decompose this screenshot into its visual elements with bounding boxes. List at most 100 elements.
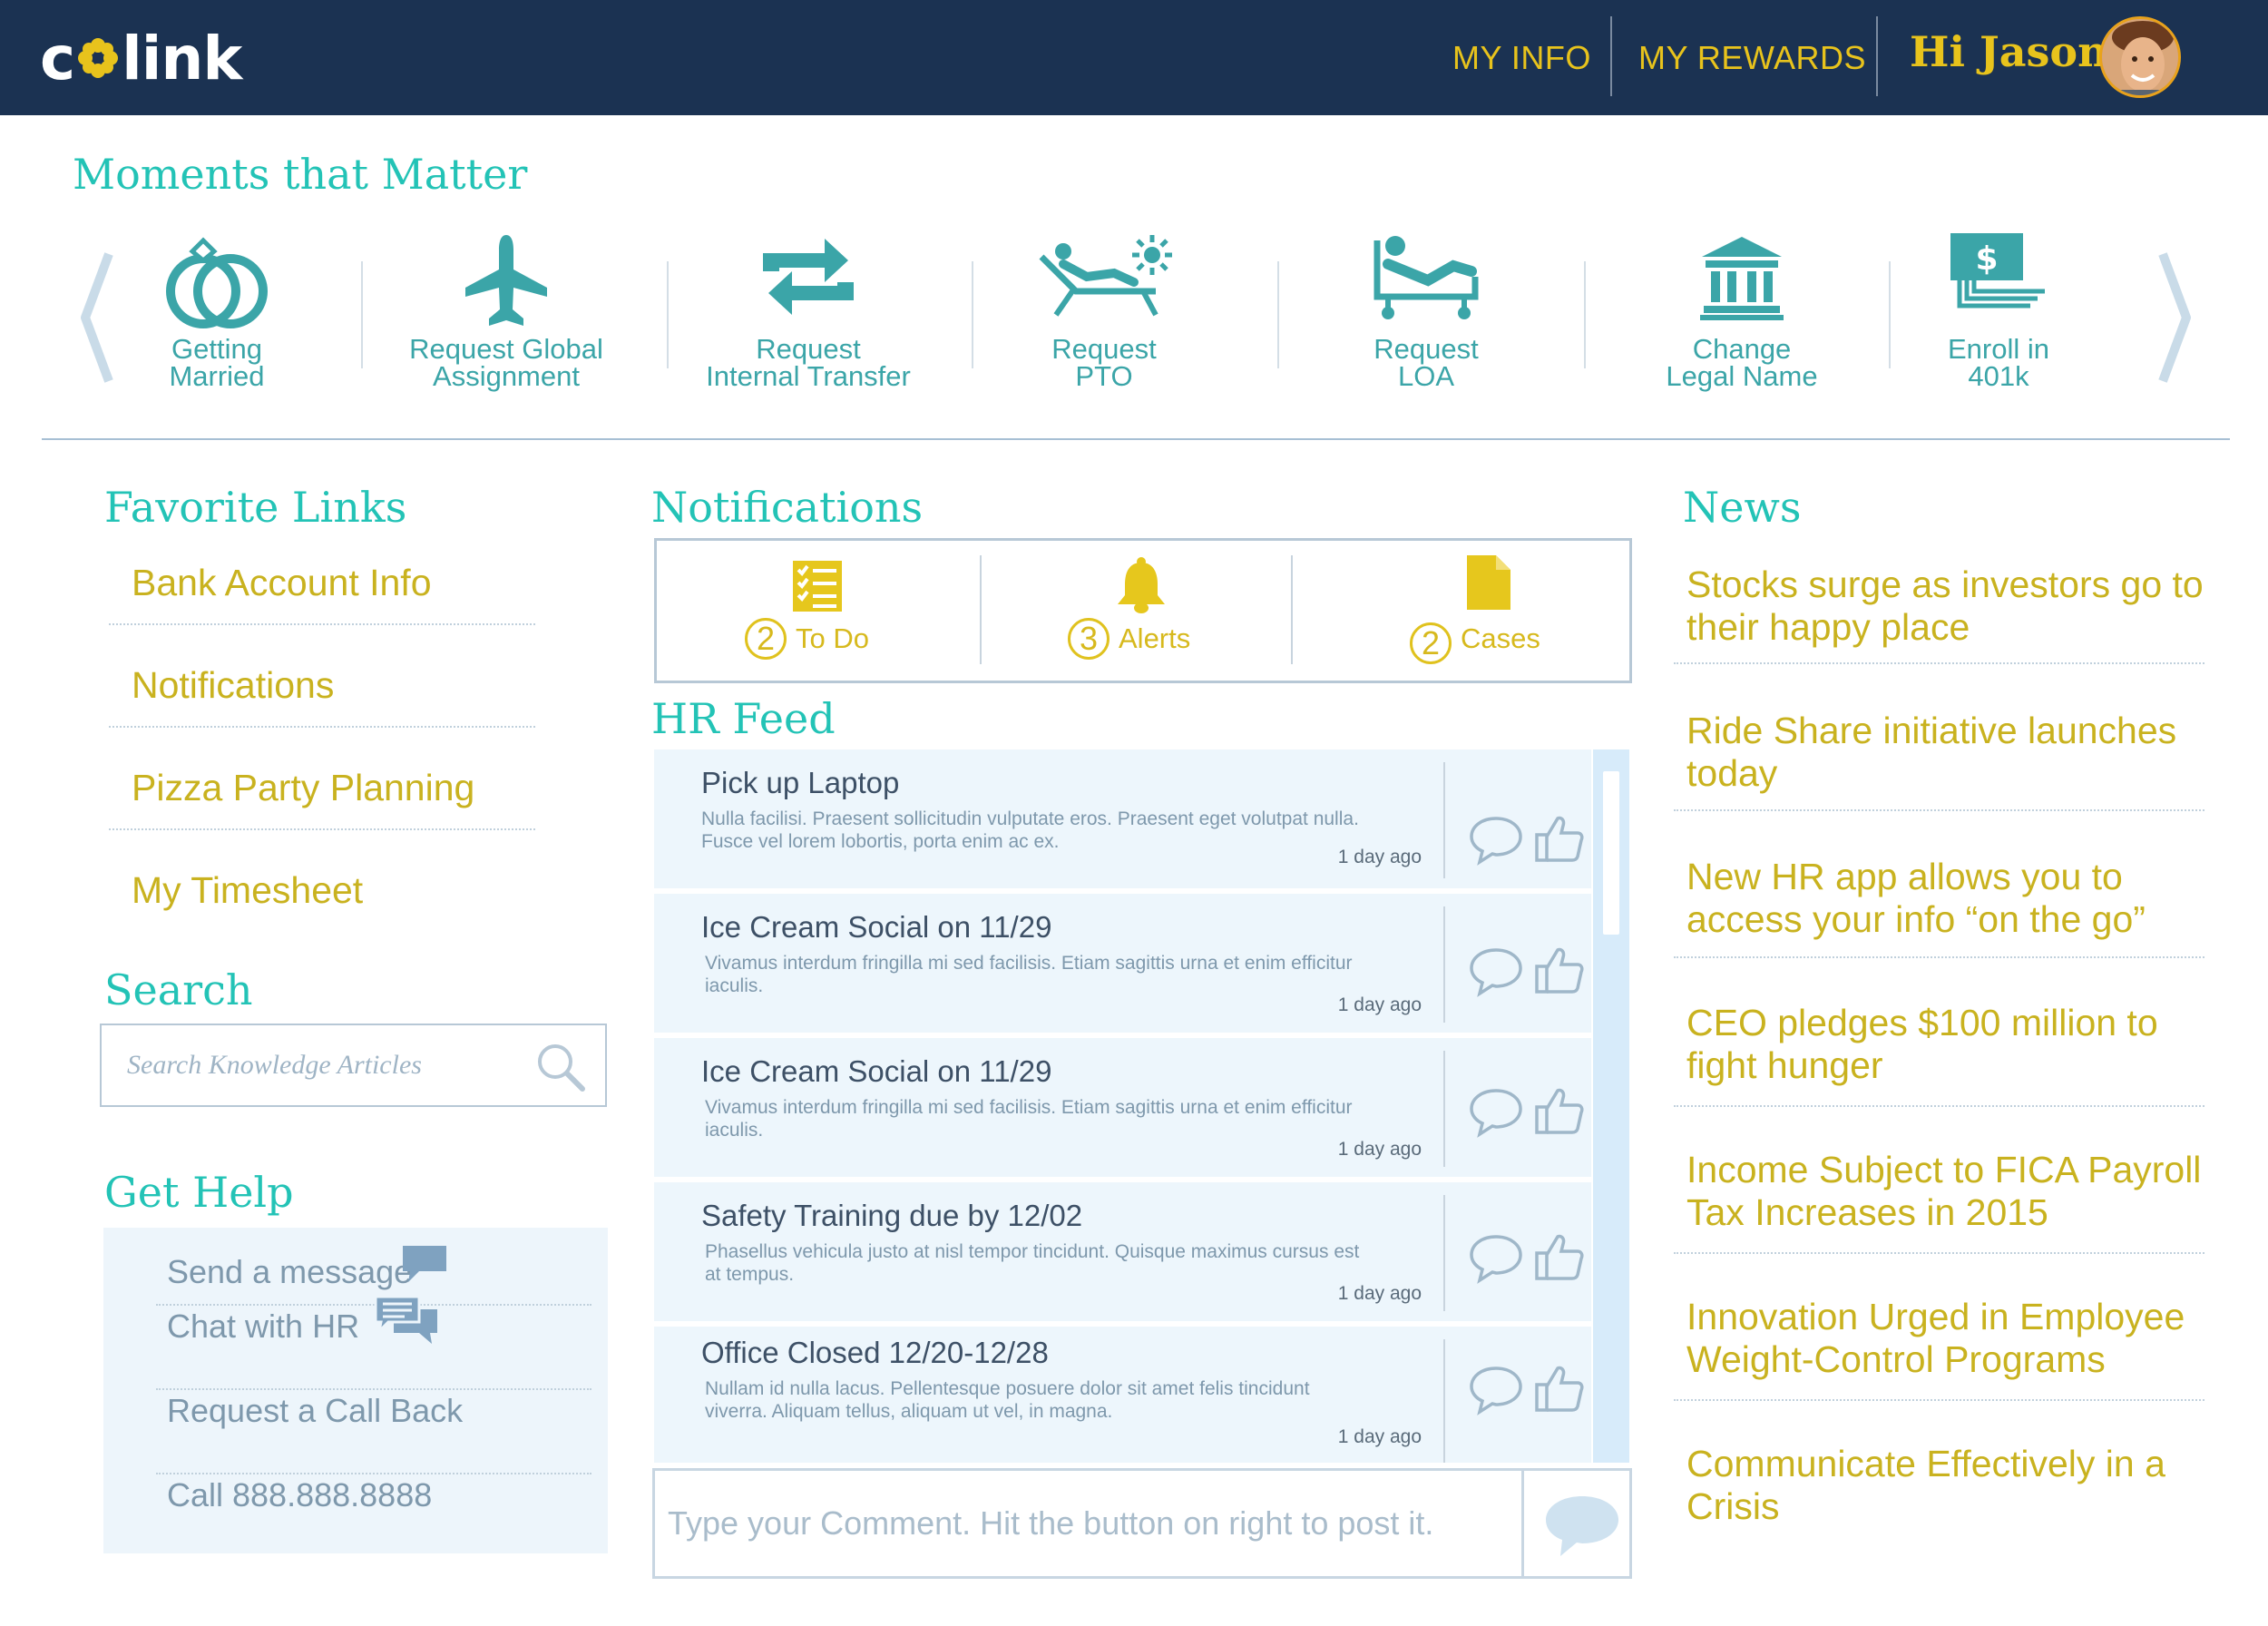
hr-feed-list[interactable]: Pick up Laptop Nulla facilisi. Praesent … xyxy=(654,749,1632,1463)
logo-text-right: link xyxy=(122,23,242,93)
moment-label: Request Global Assignment xyxy=(409,333,603,392)
moment-enroll-401k[interactable]: $ Enroll in 401k xyxy=(1862,231,2135,399)
feed-post[interactable]: Pick up Laptop Nulla facilisi. Praesent … xyxy=(654,749,1591,888)
comment-icon[interactable] xyxy=(1469,1365,1523,1415)
comment-icon[interactable] xyxy=(1469,1087,1523,1138)
document-icon xyxy=(1467,555,1510,610)
comment-icon[interactable] xyxy=(1469,815,1523,866)
moment-label: Change Legal Name xyxy=(1666,333,1818,392)
scrollbar-thumb[interactable] xyxy=(1603,771,1619,935)
rings-icon xyxy=(166,237,268,328)
news-heading: News xyxy=(1683,483,1802,532)
post-timestamp: 1 day ago xyxy=(1337,1426,1422,1447)
news-item[interactable]: Stocks surge as investors go to their ha… xyxy=(1674,549,2204,664)
post-timestamp: 1 day ago xyxy=(1337,1139,1422,1160)
feed-post[interactable]: Office Closed 12/20-12/28 Nullam id null… xyxy=(654,1327,1591,1463)
colink-logo[interactable]: c link xyxy=(40,22,242,94)
feed-post[interactable]: Ice Cream Social on 11/29 Vivamus interd… xyxy=(654,1038,1591,1177)
post-timestamp: 1 day ago xyxy=(1337,994,1422,1015)
transfer-icon xyxy=(763,239,854,315)
help-chat-with-hr[interactable]: Chat with HR xyxy=(156,1295,591,1395)
thumbs-up-icon[interactable] xyxy=(1534,1363,1585,1414)
moment-request-loa[interactable]: Request LOA xyxy=(1290,231,1562,399)
post-comment-button[interactable] xyxy=(1540,1491,1624,1563)
moment-label: Enroll in 401k xyxy=(1948,333,2049,392)
post-body: Vivamus interdum fringilla mi sed facili… xyxy=(705,953,1353,996)
post-body: Nullam id nulla lacus. Pellentesque posu… xyxy=(705,1378,1310,1422)
alerts-label: Alerts xyxy=(1119,622,1191,654)
checklist-icon xyxy=(793,561,842,612)
flower-icon xyxy=(78,38,119,78)
news-item[interactable]: Income Subject to FICA Payroll Tax Incre… xyxy=(1674,1134,2204,1254)
notification-alerts[interactable]: 3 Alerts xyxy=(982,541,1290,681)
get-help-panel: Send a message Chat with HR Request a Ca… xyxy=(103,1228,608,1553)
news-item[interactable]: CEO pledges $100 million to fight hunger xyxy=(1674,987,2204,1107)
get-help-heading: Get Help xyxy=(104,1168,294,1217)
help-call-phone[interactable]: Call 888.888.8888 xyxy=(156,1476,591,1563)
thumbs-up-icon[interactable] xyxy=(1534,945,1585,995)
nav-divider xyxy=(1876,16,1878,96)
thumbs-up-icon[interactable] xyxy=(1534,1085,1585,1136)
post-title: Ice Cream Social on 11/29 xyxy=(701,1054,1052,1088)
post-timestamp: 1 day ago xyxy=(1337,1283,1422,1304)
svg-text:$: $ xyxy=(1975,240,1998,278)
news-item[interactable]: Ride Share initiative launches today xyxy=(1674,695,2204,811)
notification-cases[interactable]: 2 Cases xyxy=(1293,541,1601,681)
moment-divider xyxy=(667,261,669,368)
moment-request-pto[interactable]: Request PTO xyxy=(968,231,1240,399)
top-nav-bar: c link MY INFO MY REWARDS Hi Jason xyxy=(0,0,2268,115)
thumbs-up-icon[interactable] xyxy=(1534,813,1585,864)
thumbs-up-icon[interactable] xyxy=(1534,1231,1585,1282)
todo-label: To Do xyxy=(796,622,869,654)
alerts-count: 3 xyxy=(1068,618,1110,660)
bell-icon xyxy=(1118,557,1165,613)
comment-input[interactable] xyxy=(668,1494,1511,1553)
comment-box xyxy=(652,1468,1632,1579)
comment-icon[interactable] xyxy=(1469,946,1523,997)
avatar[interactable] xyxy=(2099,16,2181,98)
nav-my-rewards[interactable]: MY REWARDS xyxy=(1638,34,1866,82)
news-item[interactable]: Communicate Effectively in a Crisis xyxy=(1674,1428,2204,1537)
section-divider xyxy=(42,438,2230,440)
hospital-bed-icon xyxy=(1374,236,1479,319)
moment-label: Request LOA xyxy=(1374,333,1479,392)
news-item[interactable]: Innovation Urged in Employee Weight-Cont… xyxy=(1674,1281,2204,1401)
moment-label: Request PTO xyxy=(1051,333,1157,392)
moment-label: Request Internal Transfer xyxy=(706,333,911,392)
post-title: Safety Training due by 12/02 xyxy=(701,1199,1083,1232)
moment-request-global-assignment[interactable]: Request Global Assignment xyxy=(370,231,642,399)
money-stack-icon: $ xyxy=(1950,233,2045,309)
favorite-link-my-timesheet[interactable]: My Timesheet xyxy=(109,857,535,933)
favorite-link-bank-account-info[interactable]: Bank Account Info xyxy=(109,549,535,625)
comment-icon[interactable] xyxy=(1469,1233,1523,1284)
moment-change-legal-name[interactable]: Change Legal Name xyxy=(1606,231,1878,399)
news-item[interactable]: New HR app allows you to access your inf… xyxy=(1674,841,2204,958)
feed-post[interactable]: Ice Cream Social on 11/29 Vivamus interd… xyxy=(654,894,1591,1033)
cases-count: 2 xyxy=(1410,622,1452,664)
moment-label: Getting Married xyxy=(169,333,265,392)
search-heading: Search xyxy=(104,965,253,1014)
moment-getting-married[interactable]: Getting Married xyxy=(81,231,353,399)
notifications-heading: Notifications xyxy=(651,483,924,532)
search-box xyxy=(100,1024,607,1107)
moment-request-internal-transfer[interactable]: Request Internal Transfer xyxy=(672,231,944,399)
help-request-call-back[interactable]: Request a Call Back xyxy=(156,1392,591,1479)
search-input[interactable] xyxy=(127,1040,508,1091)
search-icon[interactable] xyxy=(535,1042,586,1092)
airplane-icon xyxy=(465,235,547,326)
beach-chair-icon xyxy=(1039,235,1172,317)
hr-feed-heading: HR Feed xyxy=(651,694,836,743)
post-timestamp: 1 day ago xyxy=(1337,847,1422,867)
chat-icon xyxy=(374,1295,437,1344)
favorite-link-notifications[interactable]: Notifications xyxy=(109,651,535,728)
user-greeting: Hi Jason xyxy=(1910,27,2108,76)
post-title: Office Closed 12/20-12/28 xyxy=(701,1336,1049,1369)
nav-my-info[interactable]: MY INFO xyxy=(1452,34,1591,82)
post-title: Ice Cream Social on 11/29 xyxy=(701,910,1052,944)
moment-divider xyxy=(361,261,363,368)
chevron-right-icon[interactable] xyxy=(2152,250,2197,386)
favorite-link-pizza-party-planning[interactable]: Pizza Party Planning xyxy=(109,754,535,830)
notification-todo[interactable]: 2 To Do xyxy=(657,541,965,681)
feed-post[interactable]: Safety Training due by 12/02 Phasellus v… xyxy=(654,1182,1591,1321)
post-body: Nulla facilisi. Praesent sollicitudin vu… xyxy=(701,808,1359,852)
